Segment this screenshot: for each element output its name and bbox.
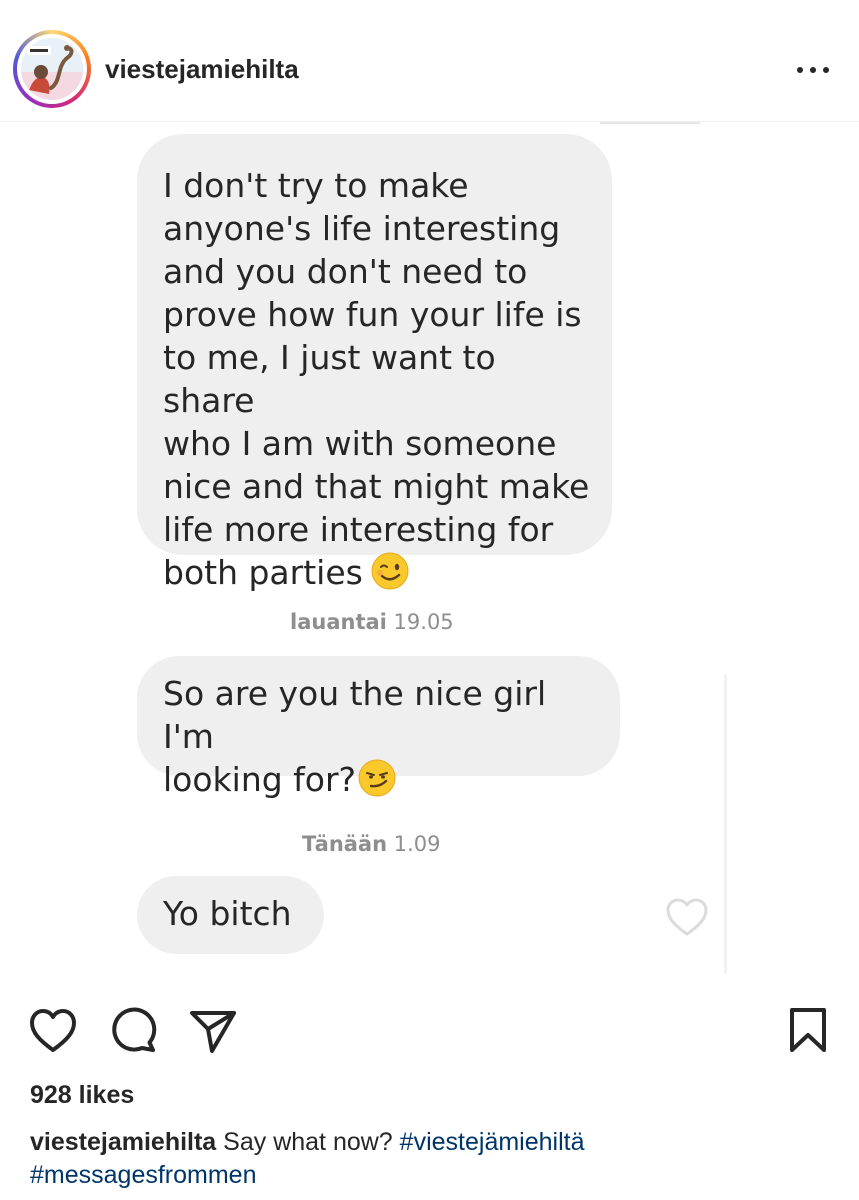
more-dot-icon	[823, 67, 829, 73]
likes-count[interactable]: 928 likes	[30, 1080, 134, 1110]
timestamp-time: 19.05	[393, 610, 454, 634]
message-bubble: Yo bitch	[137, 876, 324, 954]
comment-button[interactable]	[109, 1005, 159, 1057]
message-text: I don't try to make anyone's life intere…	[163, 166, 590, 592]
post-caption: viestejamiehilta Say what now? #viestejä…	[30, 1126, 830, 1192]
avatar-border	[17, 34, 87, 104]
message-text: Yo bitch	[163, 894, 292, 933]
avatar-illustration-icon	[21, 38, 83, 100]
message-text: So are you the nice girl I'm looking for…	[163, 674, 547, 799]
winking-face-icon	[371, 552, 409, 590]
scrollbar-track	[724, 674, 727, 974]
post-action-bar	[0, 1005, 859, 1061]
caption-text: Say what now?	[223, 1128, 393, 1156]
message-bubble: I don't try to make anyone's life intere…	[137, 134, 612, 592]
hashtag-link[interactable]: #messagesfrommen	[30, 1161, 256, 1189]
more-dot-icon	[797, 67, 803, 73]
speech-bubble-icon	[112, 1007, 157, 1052]
caption-username[interactable]: viestejamiehilta	[30, 1128, 216, 1156]
heart-outline-icon	[30, 1009, 76, 1052]
paper-plane-icon	[190, 1011, 236, 1053]
avatar-image	[21, 38, 83, 100]
timestamp-time: 1.09	[393, 832, 441, 856]
timestamp-day: lauantai	[290, 610, 387, 634]
react-heart-icon	[664, 896, 710, 938]
more-options-button[interactable]	[795, 57, 835, 81]
post-photo[interactable]: I don't try to make anyone's life intere…	[0, 122, 859, 980]
cropped-edge-line	[600, 122, 700, 124]
like-button[interactable]	[28, 1005, 78, 1057]
message-bubble: So are you the nice girl I'm looking for…	[137, 656, 620, 799]
message-timestamp: lauantai 19.05	[290, 610, 454, 634]
more-dot-icon	[810, 67, 816, 73]
smirking-face-icon	[358, 759, 396, 797]
save-button[interactable]	[784, 1005, 834, 1057]
header-username[interactable]: viestejamiehilta	[105, 54, 299, 84]
profile-avatar[interactable]	[13, 30, 91, 108]
timestamp-day: Tänään	[302, 832, 388, 856]
message-timestamp: Tänään 1.09	[302, 832, 441, 856]
hashtag-link[interactable]: #viestejämiehiltä	[400, 1128, 585, 1156]
bookmark-icon	[790, 1008, 826, 1052]
post-header: viestejamiehilta	[0, 0, 859, 122]
share-button[interactable]	[188, 1005, 238, 1057]
